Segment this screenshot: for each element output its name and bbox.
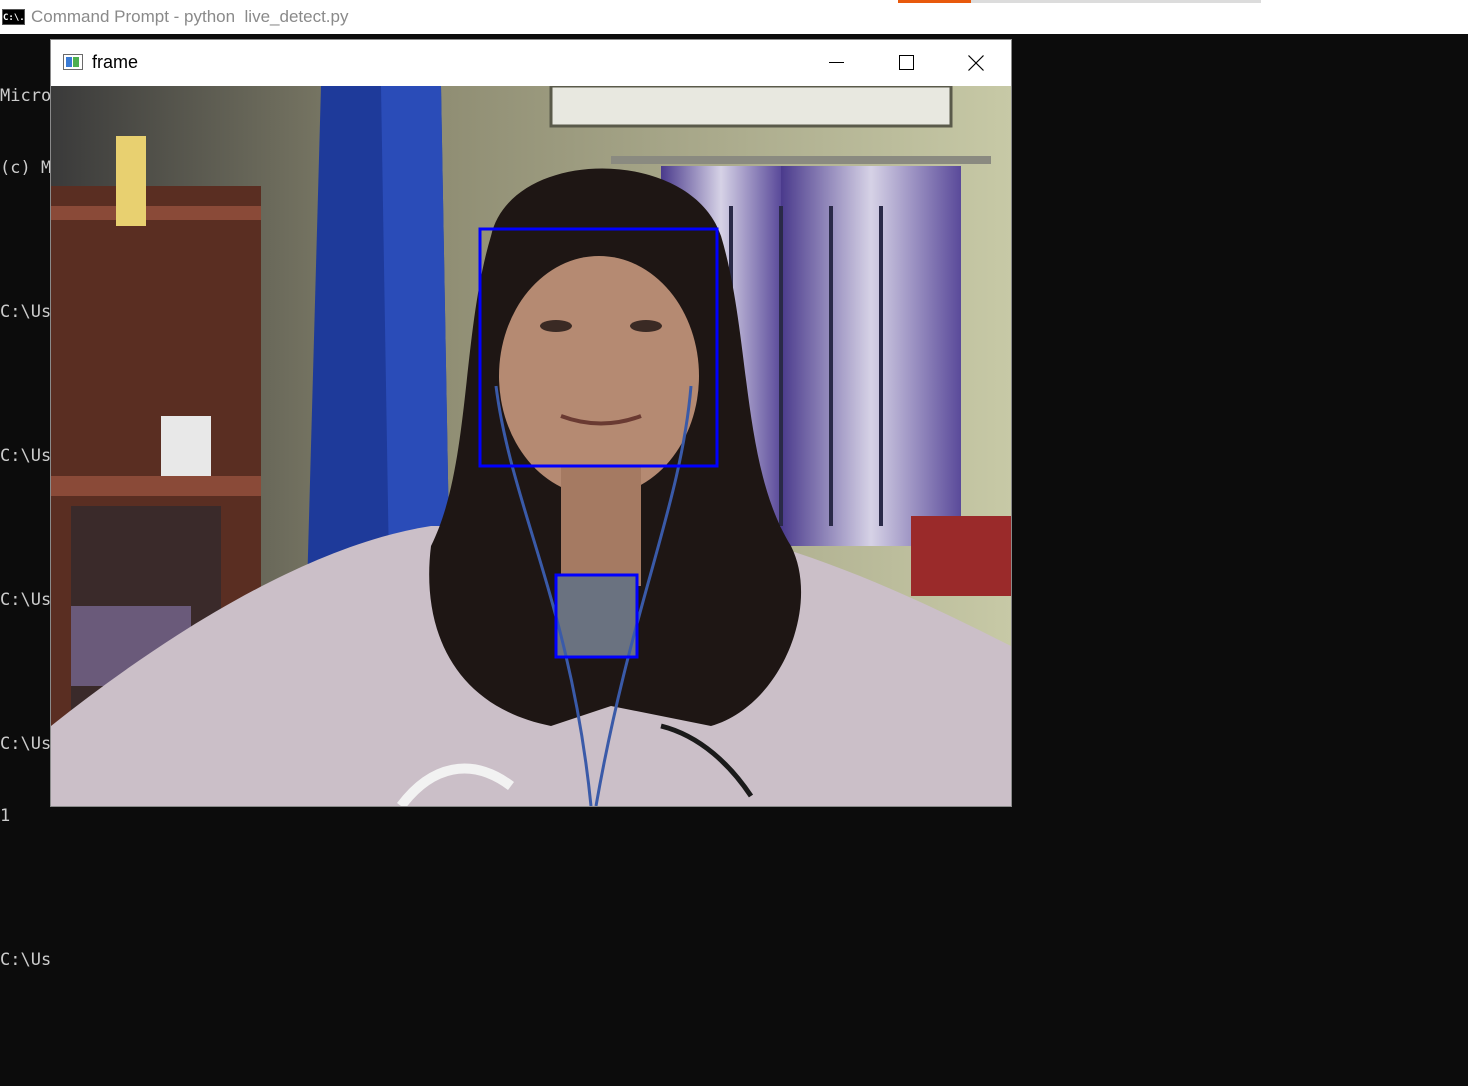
frame-titlebar[interactable]: frame [51, 40, 1011, 86]
console-line: C:\Us [0, 950, 52, 970]
frame-window-title: frame [92, 52, 139, 72]
frame-window[interactable]: frame [51, 40, 1011, 806]
webcam-frame [51, 86, 1011, 806]
cmd-window-title: Command Prompt - python live_detect.py [31, 7, 349, 26]
cmd-app-icon: C:\. [2, 9, 25, 25]
webcam-image [51, 86, 1011, 806]
taskbar-active-indicator [898, 0, 971, 3]
window-app-icon [63, 54, 83, 70]
taskbar-indicator [971, 0, 1261, 3]
console-line: 1 [0, 806, 11, 826]
cmd-titlebar[interactable]: C:\. Command Prompt - python live_detect… [0, 0, 1468, 34]
minimize-button[interactable] [813, 40, 859, 86]
close-icon [968, 55, 984, 71]
maximize-button[interactable] [883, 40, 929, 86]
close-button[interactable] [953, 40, 999, 86]
